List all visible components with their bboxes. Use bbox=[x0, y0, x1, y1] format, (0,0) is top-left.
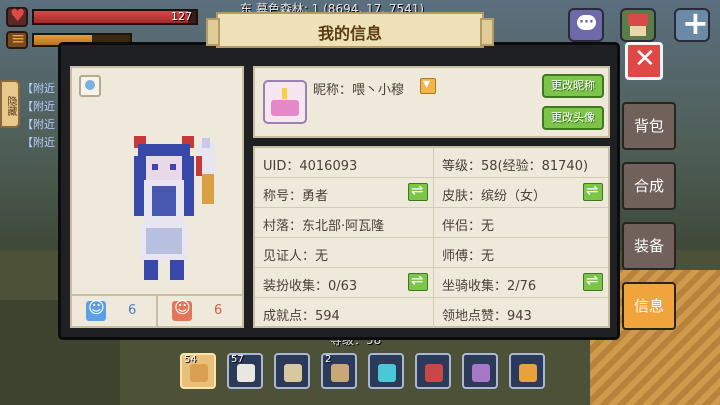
witness-text: 见证人：无 bbox=[263, 249, 329, 264]
hotbar-slot[interactable] bbox=[274, 353, 310, 389]
health-bar: 127 bbox=[32, 9, 198, 25]
hotbar-slot[interactable] bbox=[368, 353, 404, 389]
outfit-collection-cell: 装扮收集：0/63 bbox=[255, 268, 433, 298]
switch-skin-icon[interactable] bbox=[583, 181, 603, 201]
switch-title-icon[interactable] bbox=[408, 181, 428, 201]
bottle-icon bbox=[237, 364, 255, 382]
drink-icon bbox=[519, 364, 537, 382]
shop-button[interactable] bbox=[620, 8, 656, 42]
skin-text: 皮肤：缤纷（女） bbox=[442, 189, 547, 204]
scroll-icon bbox=[284, 364, 302, 382]
hotbar-slot-count: 57 bbox=[231, 354, 244, 365]
nickname-dropdown-icon[interactable] bbox=[420, 76, 436, 94]
dialog-title-banner: 我的信息 bbox=[206, 12, 494, 48]
chat-line: 【附近 bbox=[22, 118, 55, 131]
uid-text: UID：4016093 bbox=[263, 159, 358, 174]
health-value: 127 bbox=[171, 10, 192, 23]
hotbar-slot-count: 2 bbox=[325, 354, 332, 365]
add-friend-button[interactable] bbox=[674, 4, 710, 42]
chat-hide-tab[interactable]: 隐藏 bbox=[0, 80, 20, 128]
witness-cell: 见证人：无 bbox=[255, 238, 433, 268]
player-character-model bbox=[134, 136, 216, 280]
achievement-text: 成就点：594 bbox=[263, 309, 340, 324]
level-text: 等级：58(经验：81740) bbox=[442, 159, 589, 174]
uid-cell: UID：4016093 bbox=[255, 148, 433, 178]
village-cell: 村落：东北部·阿瓦隆 bbox=[255, 208, 433, 238]
title-cell: 称号：勇者 bbox=[255, 178, 433, 208]
hotbar-slot[interactable]: 54 bbox=[180, 353, 216, 389]
hotbar-slot[interactable]: 57 bbox=[227, 353, 263, 389]
bread-icon bbox=[190, 364, 208, 382]
mount-collection-text: 坐骑收集：2/76 bbox=[442, 279, 537, 294]
change-avatar-button[interactable]: 更改头像 bbox=[542, 106, 604, 130]
switch-mount-icon[interactable] bbox=[583, 271, 603, 291]
close-button[interactable] bbox=[625, 42, 663, 80]
title-text: 称号：勇者 bbox=[263, 189, 329, 204]
territory-likes-text: 领地点赞：943 bbox=[442, 309, 532, 324]
dislike-count: 6 bbox=[214, 303, 223, 318]
bow-icon bbox=[472, 364, 490, 382]
switch-outfit-icon[interactable] bbox=[408, 271, 428, 291]
like-face-icon[interactable] bbox=[86, 298, 106, 321]
partner-text: 伴侣：无 bbox=[442, 219, 495, 234]
reaction-divider bbox=[156, 294, 158, 328]
sword-icon bbox=[425, 364, 443, 382]
chat-line: 【附近 bbox=[22, 136, 55, 149]
profile-avatar-cake-icon bbox=[263, 80, 307, 124]
master-cell: 师傅：无 bbox=[433, 238, 608, 268]
nickname-label: 昵称：喂丶小穆 bbox=[313, 83, 405, 98]
tab-equipment[interactable]: 装备 bbox=[622, 222, 676, 270]
hotbar-slot[interactable] bbox=[415, 353, 451, 389]
dialog-title: 我的信息 bbox=[317, 24, 382, 43]
village-text: 村落：东北部·阿瓦隆 bbox=[263, 219, 385, 234]
tab-info[interactable]: 信息 bbox=[622, 282, 676, 330]
chat-line: 【附近 bbox=[22, 82, 55, 95]
avatar-panel: 6 6 bbox=[70, 66, 244, 328]
change-nickname-button[interactable]: 更改昵称 bbox=[542, 74, 604, 98]
chat-line: 【附近 bbox=[22, 100, 55, 113]
hotbar-slot-count: 54 bbox=[184, 354, 197, 365]
bowl-icon bbox=[331, 364, 349, 382]
profile-header-panel: 昵称：喂丶小穆 更改昵称 更改头像 bbox=[253, 66, 610, 138]
tab-craft[interactable]: 合成 bbox=[622, 162, 676, 210]
skin-cell: 皮肤：缤纷（女） bbox=[433, 178, 608, 208]
dislike-face-icon[interactable] bbox=[172, 298, 192, 321]
pickaxe-icon bbox=[378, 364, 396, 382]
master-text: 师傅：无 bbox=[442, 249, 495, 264]
health-heart-icon bbox=[6, 6, 28, 27]
tab-backpack[interactable]: 背包 bbox=[622, 102, 676, 150]
outfit-collection-text: 装扮收集：0/63 bbox=[263, 279, 358, 294]
level-cell: 等级：58(经验：81740) bbox=[433, 148, 608, 178]
health-bar-fill bbox=[34, 11, 188, 23]
territory-likes-cell: 领地点赞：943 bbox=[433, 298, 608, 328]
mount-collection-cell: 坐骑收集：2/76 bbox=[433, 268, 608, 298]
hotbar-slot[interactable] bbox=[462, 353, 498, 389]
partner-cell: 伴侣：无 bbox=[433, 208, 608, 238]
player-info-grid: UID：4016093 等级：58(经验：81740) 称号：勇者 皮肤：缤纷（… bbox=[253, 146, 610, 328]
like-count: 6 bbox=[128, 303, 137, 318]
hunger-icon bbox=[6, 29, 28, 49]
chat-button[interactable] bbox=[568, 8, 604, 42]
hotbar-slot[interactable] bbox=[509, 353, 545, 389]
hotbar-slot[interactable]: 2 bbox=[321, 353, 357, 389]
avatar-frame-icon[interactable] bbox=[79, 75, 101, 97]
achievement-cell: 成就点：594 bbox=[255, 298, 433, 328]
